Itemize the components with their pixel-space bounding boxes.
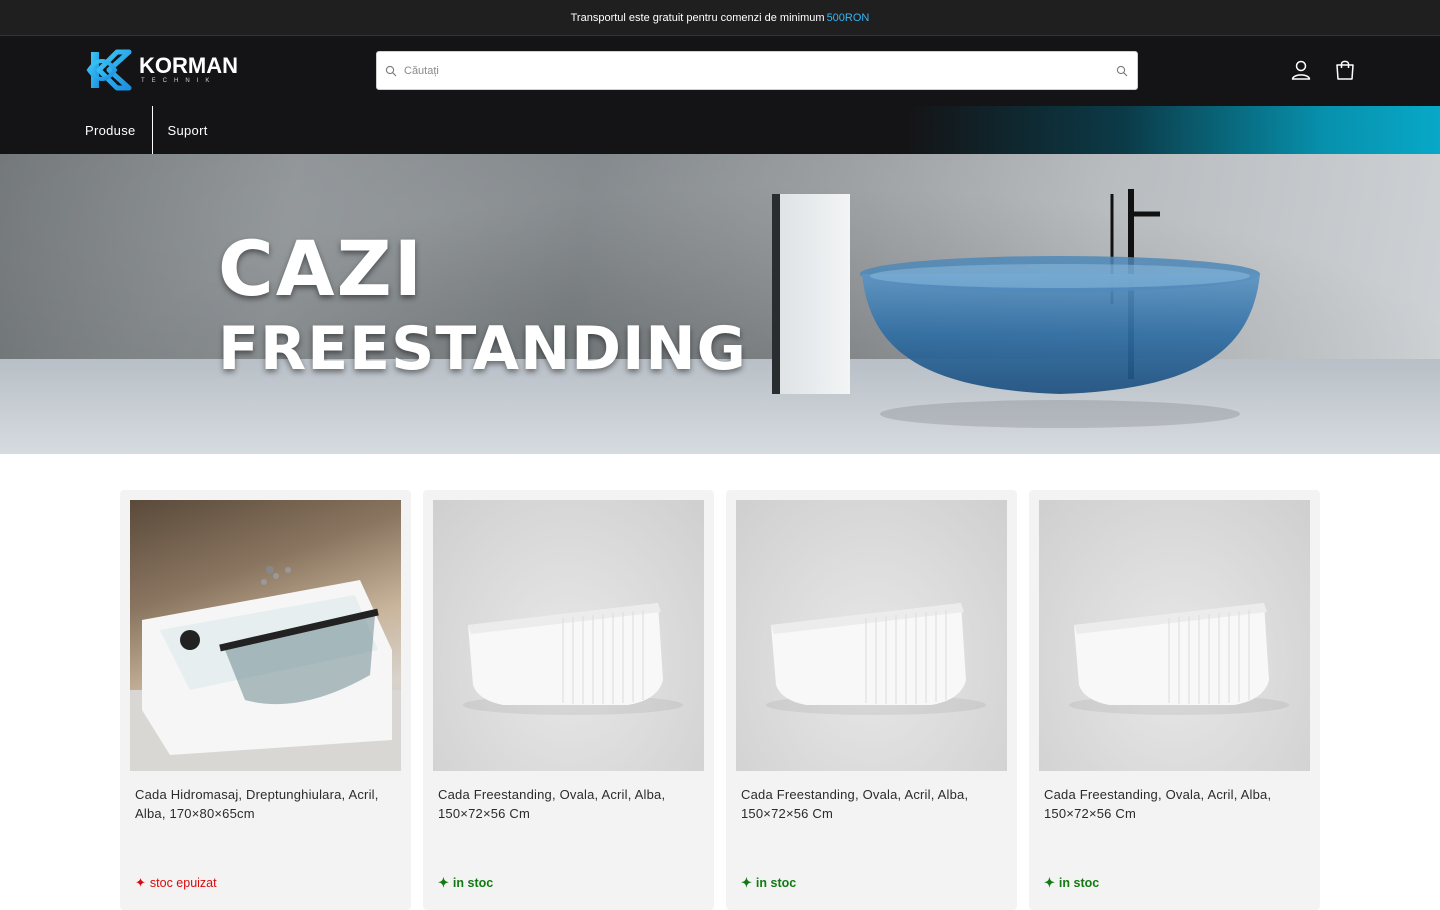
- stock-status: ✦ in stoc: [741, 875, 796, 891]
- search-submit-icon[interactable]: [1116, 65, 1128, 77]
- stock-star-icon: ✦: [741, 875, 752, 890]
- announcement-highlight: 500RON: [826, 11, 870, 24]
- stock-label: in stoc: [452, 876, 494, 890]
- announcement-bar: Transportul este gratuit pentru comenzi …: [0, 0, 1440, 36]
- nav-item-produse[interactable]: Produse: [85, 106, 153, 154]
- stock-label: in stoc: [1058, 876, 1100, 890]
- product-image[interactable]: [736, 500, 1007, 771]
- product-card[interactable]: Cada Freestanding, Ovala, Acril, Alba, 1…: [423, 490, 714, 910]
- search-icon: [385, 65, 397, 76]
- product-title[interactable]: Cada Freestanding, Ovala, Acril, Alba, 1…: [1044, 785, 1305, 823]
- search-input[interactable]: Căutați: [404, 65, 1116, 77]
- freestanding-tub-illustration: [766, 603, 986, 715]
- account-icon[interactable]: [1289, 58, 1313, 82]
- announcement-text: Transportul este gratuit pentru comenzi …: [570, 11, 825, 24]
- freestanding-tub-illustration: [1069, 603, 1289, 715]
- product-card[interactable]: Cada Freestanding, Ovala, Acril, Alba, 1…: [726, 490, 1017, 910]
- hero-title-line2: FREESTANDING: [218, 314, 747, 384]
- product-card[interactable]: Cada Freestanding, Ovala, Acril, Alba, 1…: [1029, 490, 1320, 910]
- nav-item-suport[interactable]: Suport: [168, 106, 208, 154]
- hero-title-line1: CAZI: [218, 224, 424, 313]
- hero-banner[interactable]: CAZI FREESTANDING: [0, 154, 1440, 454]
- stock-label: in stoc: [755, 876, 797, 890]
- logo-wordmark: KORMAN: [139, 53, 238, 78]
- search-bar[interactable]: Căutați: [376, 51, 1138, 90]
- logo-subtitle: TECHNIK: [141, 78, 217, 84]
- stock-star-icon: ✦: [438, 875, 449, 890]
- product-card[interactable]: Cada Hidromasaj, Dreptunghiulara, Acril,…: [120, 490, 411, 910]
- product-title[interactable]: Cada Freestanding, Ovala, Acril, Alba, 1…: [741, 785, 1002, 823]
- product-grid: Cada Hidromasaj, Dreptunghiulara, Acril,…: [120, 490, 1320, 910]
- cart-icon[interactable]: [1333, 58, 1357, 82]
- product-image[interactable]: [433, 500, 704, 771]
- header: KORMAN TECHNIK Căutați: [0, 36, 1440, 106]
- main-nav: Produse Suport: [0, 106, 1440, 154]
- product-image[interactable]: [130, 500, 401, 771]
- stock-star-icon: ✦: [135, 875, 146, 890]
- hydromassage-tub-illustration: [130, 566, 401, 771]
- product-title[interactable]: Cada Freestanding, Ovala, Acril, Alba, 1…: [438, 785, 699, 823]
- product-image[interactable]: [1039, 500, 1310, 771]
- product-title[interactable]: Cada Hidromasaj, Dreptunghiulara, Acril,…: [135, 785, 396, 823]
- logo[interactable]: KORMAN TECHNIK: [85, 48, 238, 92]
- korman-logo-icon: [86, 49, 132, 91]
- stock-star-icon: ✦: [1044, 875, 1055, 890]
- hero-window: [772, 194, 850, 394]
- freestanding-tub-illustration: [463, 603, 683, 715]
- stock-status: ✦ in stoc: [438, 875, 493, 891]
- bathtub-illustration: [860, 189, 1260, 428]
- stock-status: ✦ stoc epuizat: [135, 875, 217, 891]
- stock-label: stoc epuizat: [149, 876, 217, 890]
- stock-status: ✦ in stoc: [1044, 875, 1099, 891]
